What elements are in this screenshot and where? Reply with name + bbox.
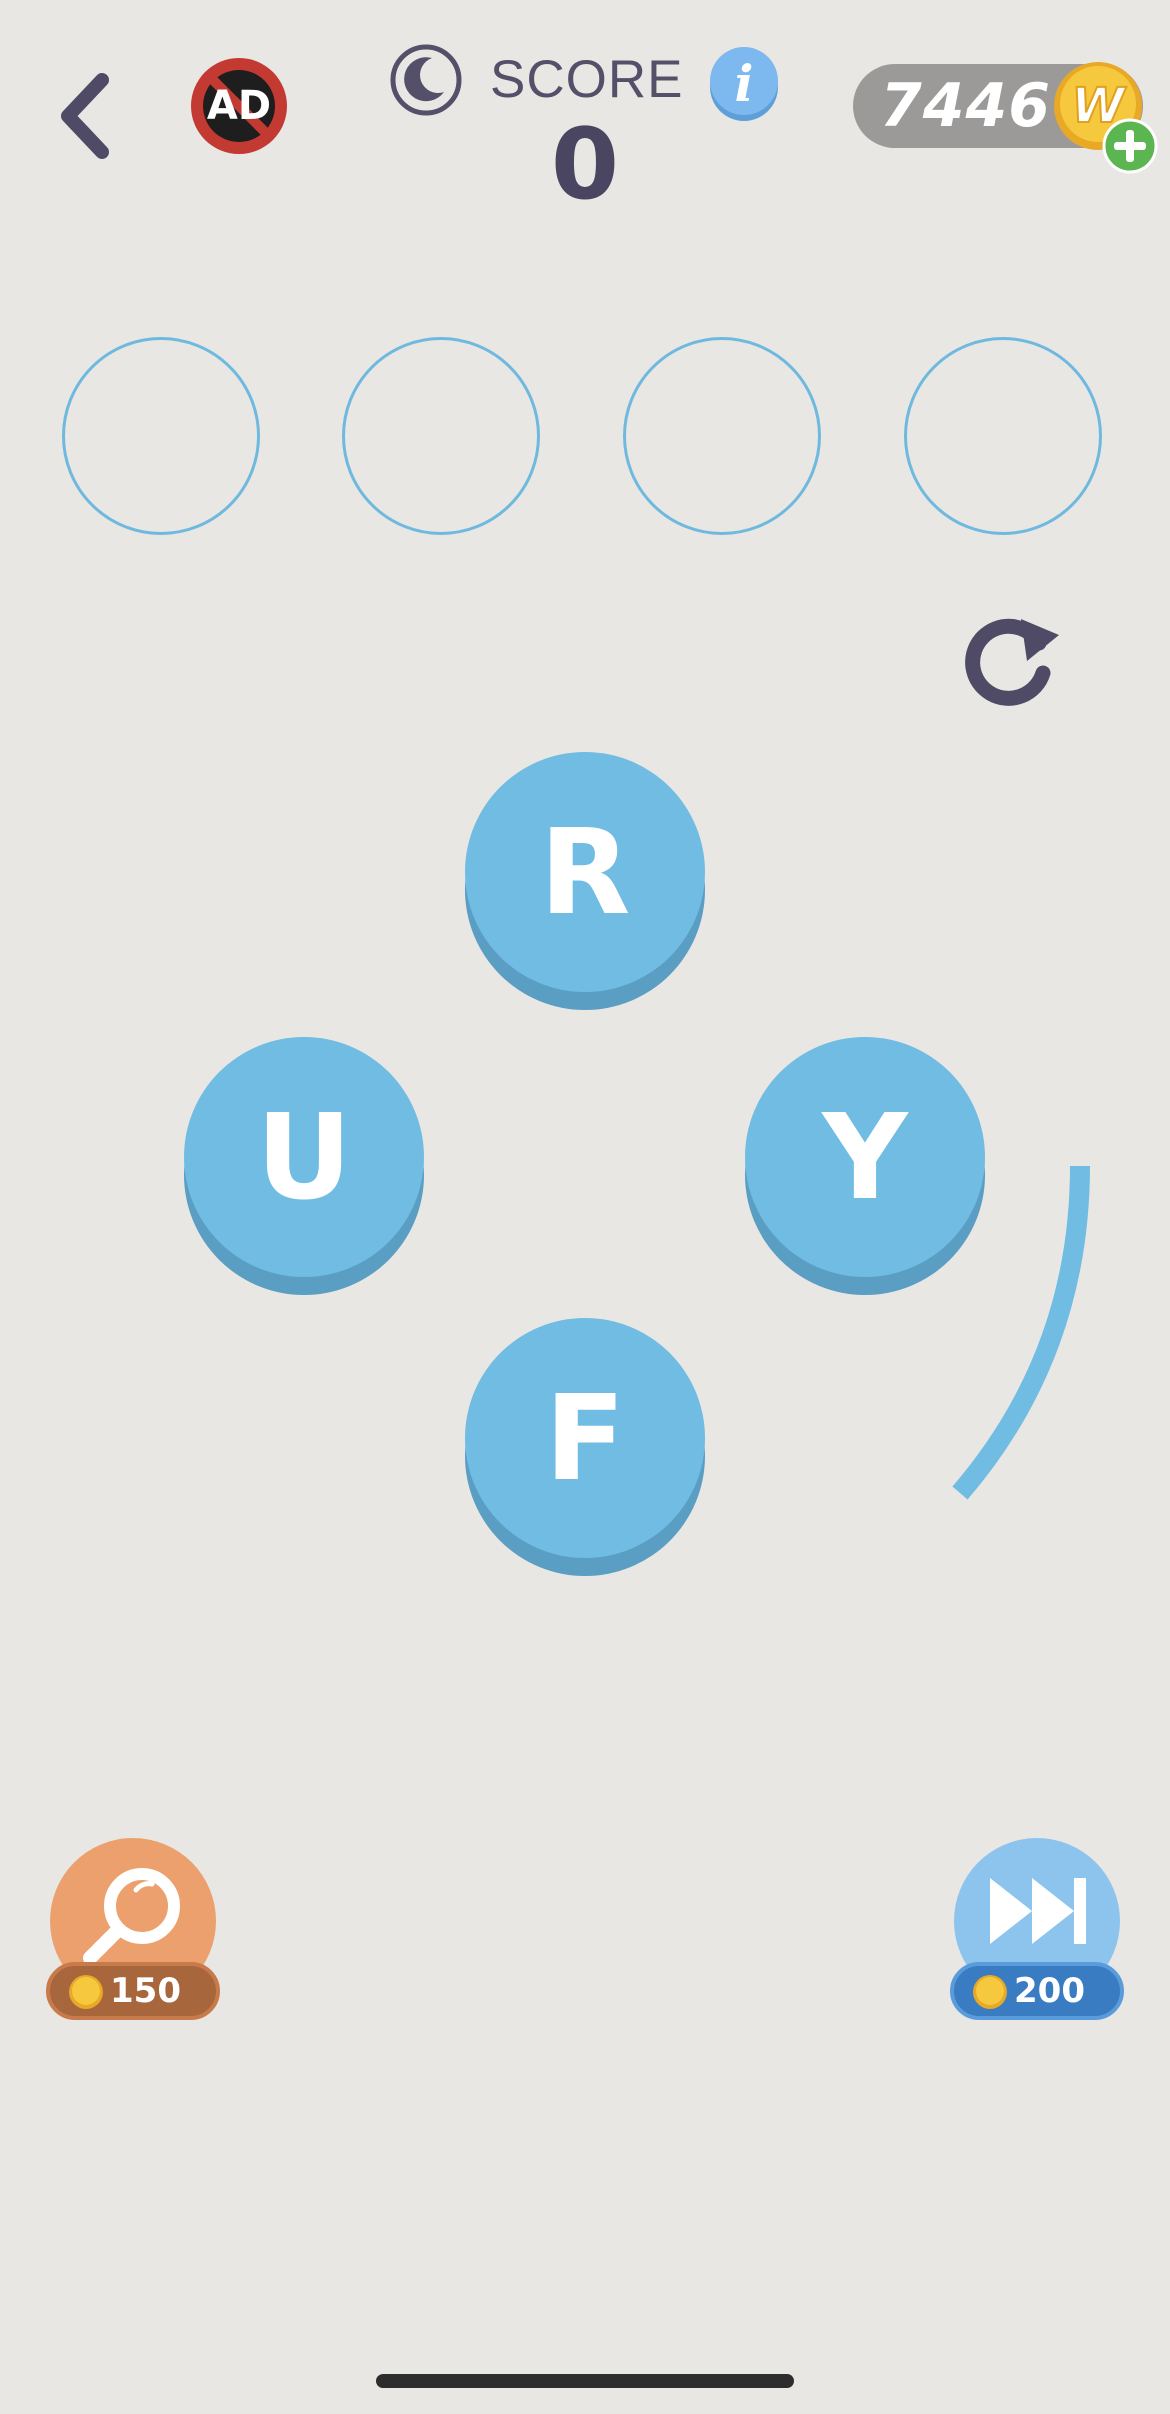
tile-letter: R xyxy=(465,752,705,992)
letter-tile-u[interactable]: U xyxy=(184,1037,424,1295)
refresh-icon xyxy=(965,618,1059,706)
hint-cost: 150 xyxy=(110,1971,181,2011)
info-button[interactable]: i xyxy=(708,45,780,123)
timer-arc xyxy=(940,1160,1100,1500)
back-button[interactable] xyxy=(50,60,130,170)
answer-slot-3 xyxy=(623,337,821,535)
buy-coins-button[interactable] xyxy=(1102,118,1158,174)
score-label: SCORE xyxy=(490,50,684,109)
answer-slot-4 xyxy=(904,337,1102,535)
chevron-left-icon xyxy=(61,73,109,159)
moon-icon xyxy=(390,44,462,116)
dark-mode-toggle[interactable] xyxy=(388,42,464,118)
magnifier-icon xyxy=(83,1868,180,1965)
skip-button[interactable]: 200 xyxy=(950,1838,1124,2020)
skip-cost: 200 xyxy=(1014,1971,1085,2011)
score-value: 0 xyxy=(550,108,620,222)
tile-letter: F xyxy=(465,1318,705,1558)
fast-forward-icon xyxy=(990,1878,1086,1944)
coin-balance: 7446 xyxy=(880,71,1051,141)
coin-icon xyxy=(973,1975,1007,2009)
remove-ads-button[interactable]: AD xyxy=(188,55,290,157)
hint-button[interactable]: 150 xyxy=(46,1838,220,2020)
letter-tile-f[interactable]: F xyxy=(465,1318,705,1576)
svg-text:i: i xyxy=(735,54,754,113)
shuffle-button[interactable] xyxy=(955,605,1065,715)
answer-slot-1 xyxy=(62,337,260,535)
plus-icon xyxy=(1102,118,1158,174)
info-icon: i xyxy=(710,47,778,121)
tile-letter: U xyxy=(184,1037,424,1277)
home-indicator[interactable] xyxy=(376,2374,794,2388)
answer-slot-2 xyxy=(342,337,540,535)
letter-tile-r[interactable]: R xyxy=(465,752,705,1010)
no-ads-label: AD xyxy=(206,83,272,129)
coin-icon xyxy=(69,1975,103,2009)
